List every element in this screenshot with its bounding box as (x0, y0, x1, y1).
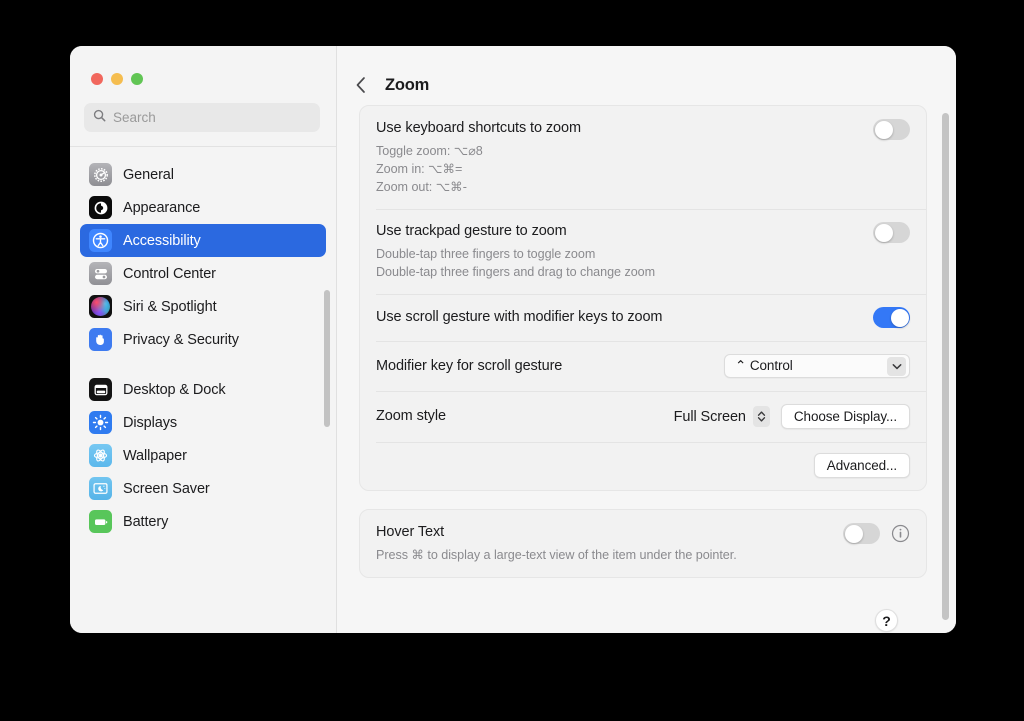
control-center-icon (89, 262, 112, 285)
search-container (70, 85, 336, 132)
sidebar-item-label: Privacy & Security (123, 331, 239, 348)
sidebar-item-battery[interactable]: Battery (80, 505, 326, 538)
row-title: Use keyboard shortcuts to zoom (376, 120, 581, 136)
row-advanced: Advanced... (360, 442, 926, 490)
sidebar: General Appearance (70, 46, 337, 633)
sidebar-item-screen-saver[interactable]: Screen Saver (80, 472, 326, 505)
help-row: ? (359, 596, 927, 633)
sidebar-item-label: Screen Saver (123, 480, 210, 497)
chevron-down-icon (887, 356, 906, 376)
row-hover-text: Hover Text Press ⌘ to display a large-te… (360, 510, 926, 577)
appearance-icon (89, 196, 112, 219)
zoom-style-value: Full Screen (673, 408, 746, 425)
choose-display-button[interactable]: Choose Display... (780, 404, 910, 430)
sidebar-item-wallpaper[interactable]: Wallpaper (80, 439, 326, 472)
close-button[interactable] (91, 73, 103, 85)
shortcut-toggle-zoom: Toggle zoom: ⌥⌀8 (376, 143, 483, 158)
hover-text-hint: Press ⌘ to display a large-text view of … (376, 547, 737, 562)
page-title: Zoom (385, 75, 430, 94)
up-down-chevron-icon (752, 406, 770, 428)
shortcut-zoom-out: Zoom out: ⌥⌘- (376, 180, 467, 195)
row-title: Use trackpad gesture to zoom (376, 223, 567, 240)
row-title: Hover Text (376, 524, 445, 541)
modifier-key-select[interactable]: ⌃ Control (724, 354, 910, 379)
traffic-lights (70, 46, 336, 85)
search-box[interactable] (84, 103, 320, 132)
battery-icon (89, 510, 112, 533)
sidebar-item-label: Battery (123, 513, 169, 530)
main-header: Zoom (337, 46, 956, 102)
settings-content: Use keyboard shortcuts to zoom Toggle zo… (337, 102, 956, 633)
sidebar-item-displays[interactable]: Displays (80, 406, 326, 439)
sidebar-scrollbar[interactable] (324, 290, 330, 427)
keyboard-shortcuts-toggle[interactable] (873, 119, 910, 140)
sidebar-item-desktop-dock[interactable]: Desktop & Dock (80, 373, 326, 406)
row-trackpad-gesture: Use trackpad gesture to zoom Double-tap … (360, 209, 926, 294)
gear-icon (89, 163, 112, 186)
sidebar-item-general[interactable]: General (80, 158, 326, 191)
trackpad-hint-2: Double-tap three fingers and drag to cha… (376, 265, 656, 280)
row-scroll-gesture: Use scroll gesture with modifier keys to… (360, 294, 926, 341)
shortcut-zoom-in: Zoom in: ⌥⌘= (376, 161, 463, 176)
main-panel: Zoom Use keyboard shortcuts to zoom Togg… (337, 46, 956, 633)
search-icon (93, 109, 106, 127)
sidebar-item-accessibility[interactable]: Accessibility (80, 224, 326, 257)
zoom-style-select[interactable]: Full Screen (673, 406, 770, 428)
row-subtitle: Press ⌘ to display a large-text view of … (376, 546, 737, 564)
siri-icon (89, 295, 112, 318)
sidebar-item-siri-spotlight[interactable]: Siri & Spotlight (80, 290, 326, 323)
sidebar-item-label: Appearance (123, 199, 201, 216)
row-subtitle: Double-tap three fingers to toggle zoom … (376, 245, 655, 282)
sidebar-item-appearance[interactable]: Appearance (80, 191, 326, 224)
trackpad-gesture-toggle[interactable] (873, 222, 910, 244)
chevron-left-icon[interactable] (355, 76, 367, 94)
hover-text-toggle[interactable] (843, 523, 880, 545)
sidebar-item-label: Desktop & Dock (123, 381, 226, 398)
sidebar-item-privacy-security[interactable]: Privacy & Security (80, 323, 326, 356)
sidebar-item-label: Accessibility (123, 232, 201, 249)
sidebar-item-control-center[interactable]: Control Center (80, 257, 326, 290)
scroll-gesture-toggle[interactable] (873, 307, 910, 329)
sidebar-divider (70, 146, 336, 147)
help-button[interactable]: ? (875, 609, 898, 633)
row-title: Use scroll gesture with modifier keys to… (376, 309, 663, 326)
sidebar-group-1: General Appearance Accessibility Control… (70, 149, 336, 356)
moon-stars-icon (89, 477, 112, 500)
wallpaper-icon (89, 444, 112, 467)
advanced-button[interactable]: Advanced... (813, 453, 910, 479)
desktop-dock-icon (89, 378, 112, 401)
settings-window: General Appearance (70, 46, 956, 633)
sidebar-scroll-area: General Appearance Accessibility Control… (70, 149, 336, 633)
maximize-button[interactable] (131, 73, 143, 85)
row-modifier-key: Modifier key for scroll gesture ⌃ Contro… (360, 341, 926, 391)
row-subtitle: Toggle zoom: ⌥⌀8 Zoom in: ⌥⌘= Zoom out: … (376, 142, 581, 197)
search-input[interactable] (113, 110, 311, 125)
main-scrollbar[interactable] (942, 113, 949, 620)
sidebar-item-label: General (123, 166, 174, 183)
sidebar-item-label: Wallpaper (123, 447, 187, 464)
hand-icon (89, 328, 112, 351)
sidebar-item-label: Control Center (123, 265, 216, 282)
row-keyboard-shortcuts: Use keyboard shortcuts to zoom Toggle zo… (360, 106, 926, 209)
info-circle-icon[interactable] (891, 524, 910, 543)
sidebar-item-label: Displays (123, 414, 177, 431)
modifier-key-value: ⌃ Control (735, 358, 793, 374)
zoom-settings-card: Use keyboard shortcuts to zoom Toggle zo… (359, 105, 927, 492)
sidebar-group-2: Desktop & Dock Displays Wallpaper Screen… (70, 356, 336, 538)
accessibility-icon (89, 229, 112, 252)
hover-text-card: Hover Text Press ⌘ to display a large-te… (359, 509, 927, 579)
row-zoom-style: Zoom style Full Screen Choose Display... (360, 391, 926, 442)
brightness-icon (89, 411, 112, 434)
trackpad-hint-1: Double-tap three fingers to toggle zoom (376, 246, 596, 261)
row-title: Zoom style (376, 408, 446, 425)
minimize-button[interactable] (111, 73, 123, 85)
row-title: Modifier key for scroll gesture (376, 357, 563, 374)
sidebar-item-label: Siri & Spotlight (123, 298, 217, 315)
